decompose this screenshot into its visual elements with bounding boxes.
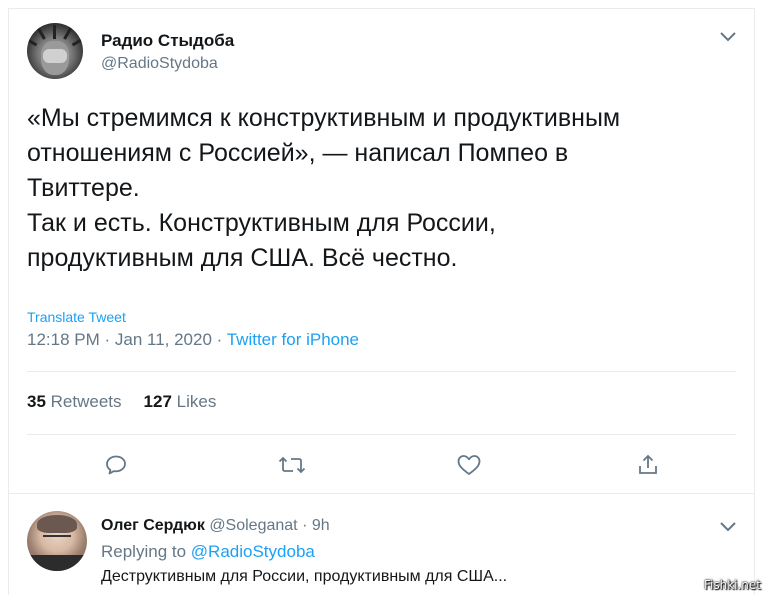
meta-separator: · [297,517,312,534]
reply-tweet[interactable]: Олег Сердюк @Soleganat · 9h Replying to … [9,493,754,596]
avatar[interactable] [27,23,83,79]
tweet-stats: 35 Retweets 127 Likes [27,392,216,412]
share-button[interactable] [633,450,663,480]
retweet-icon [278,456,306,474]
likes-count: 127 [143,392,172,411]
main-tweet: Радио Стыдоба @RadioStydoba «Мы стремимс… [9,9,754,494]
reply-icon [106,455,126,475]
divider [27,434,736,435]
tweet-time: 12:18 PM [27,330,100,349]
share-icon [639,454,657,474]
replying-to-handle[interactable]: @RadioStydoba [191,542,315,561]
tweet-thread: Радио Стыдоба @RadioStydoba «Мы стремимс… [8,8,755,595]
chevron-down-icon[interactable] [719,31,737,43]
heart-icon [457,455,481,475]
translate-tweet-link[interactable]: Translate Tweet [27,309,126,325]
tweet-source-link[interactable]: Twitter for iPhone [227,330,359,349]
tweet-date[interactable]: Jan 11, 2020 [115,330,212,349]
chevron-down-icon[interactable] [719,521,737,533]
tweet-text: «Мы стремимся к конструктивным и продукт… [27,104,621,272]
author-name[interactable]: Радио Стыдоба [101,31,234,51]
tweet-time-ago[interactable]: 9h [312,517,330,534]
replying-label: Replying to [101,542,187,561]
likes-stat[interactable]: 127 Likes [144,392,217,411]
tweet-meta: 12:18 PM · Jan 11, 2020 · Twitter for iP… [27,330,359,350]
reply-header: Олег Сердюк @Soleganat · 9h [101,517,330,535]
retweet-button[interactable] [277,450,307,480]
author-handle[interactable]: @Soleganat [209,517,297,534]
author-handle[interactable]: @RadioStydoba [101,55,218,73]
avatar[interactable] [27,511,87,571]
like-button[interactable] [454,450,484,480]
meta-separator: · [211,330,227,349]
watermark: Fishki.net [703,578,761,592]
replying-to: Replying to @RadioStydoba [101,542,315,562]
reply-text: Деструктивным для России, продуктивным д… [101,568,508,585]
reply-button[interactable] [101,450,131,480]
meta-separator: · [99,330,115,349]
retweets-stat[interactable]: 35 Retweets [27,392,122,411]
retweets-label: Retweets [50,392,122,411]
likes-label: Likes [176,392,217,411]
author-name[interactable]: Олег Сердюк [101,517,205,534]
retweets-count: 35 [27,392,46,411]
divider [27,371,736,372]
